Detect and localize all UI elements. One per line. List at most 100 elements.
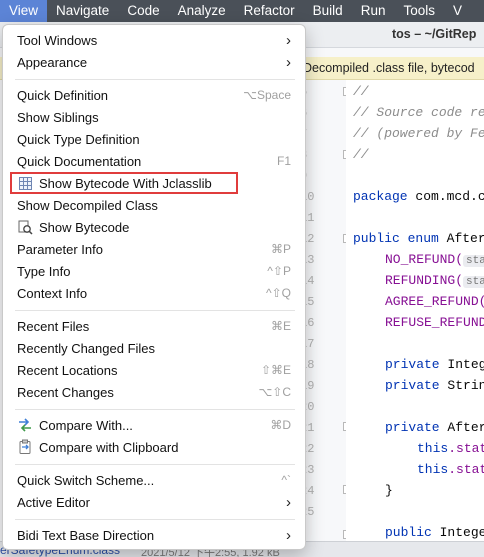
menu-item-quick-type-definition[interactable]: Quick Type Definition bbox=[3, 128, 305, 150]
menu-item-show-siblings[interactable]: Show Siblings bbox=[3, 106, 305, 128]
code-editor[interactable]: // // Source code re // (powered by Fe /… bbox=[346, 80, 484, 550]
code-comment: // Source code re bbox=[353, 105, 484, 120]
field-ref: .stat bbox=[448, 462, 484, 477]
menu-item-label: Bidi Text Base Direction bbox=[17, 527, 155, 543]
menu-item-context-info[interactable]: Context Info ^⇧Q bbox=[3, 282, 305, 304]
enum-constant: REFUNDING( bbox=[385, 273, 464, 288]
code-constructor-line: private After bbox=[385, 420, 484, 435]
menu-item-label: Quick Documentation bbox=[17, 153, 142, 169]
menu-item-active-editor[interactable]: Active Editor › bbox=[3, 491, 305, 513]
menu-item-quick-definition[interactable]: Quick Definition ⌥Space bbox=[3, 84, 305, 106]
submenu-arrow-icon: › bbox=[286, 31, 291, 49]
menu-item-label: Compare With... bbox=[39, 417, 133, 433]
field-type: Strin bbox=[439, 378, 484, 393]
menu-item-shortcut: ^` bbox=[281, 473, 291, 487]
menu-item-label: Recent Files bbox=[17, 318, 90, 334]
keyword: public bbox=[385, 525, 432, 540]
menu-separator bbox=[15, 519, 295, 520]
keyword: public bbox=[353, 231, 400, 246]
code-assign-line: this.stat bbox=[417, 462, 484, 477]
menu-item-label: Recent Locations bbox=[17, 362, 118, 378]
window-title: tos – ~/GitRep bbox=[392, 27, 477, 41]
code-comment: // bbox=[353, 147, 369, 162]
menu-item-compare-with[interactable]: Compare With... ⌘D bbox=[3, 414, 305, 436]
menu-item-label: Tool Windows bbox=[17, 32, 98, 48]
enum-name: After bbox=[438, 231, 484, 246]
menu-item-label: Quick Definition bbox=[17, 87, 109, 103]
menu-separator bbox=[15, 464, 295, 465]
menu-item-type-info[interactable]: Type Info ^⇧P bbox=[3, 260, 305, 282]
code-comment: // bbox=[353, 84, 369, 99]
code-enum-line: public enum After bbox=[353, 231, 484, 246]
closing-brace: } bbox=[385, 483, 393, 498]
keyword: private bbox=[385, 378, 440, 393]
menu-separator bbox=[15, 310, 295, 311]
menu-item-show-bytecode[interactable]: Show Bytecode bbox=[3, 216, 305, 238]
keyword: private bbox=[385, 420, 440, 435]
menu-vcs-partial[interactable]: V bbox=[444, 0, 471, 22]
menu-item-recently-changed-files[interactable]: Recently Changed Files bbox=[3, 337, 305, 359]
menu-item-tool-windows[interactable]: Tool Windows › bbox=[3, 29, 305, 51]
menu-item-label: Type Info bbox=[17, 263, 71, 279]
menu-item-parameter-info[interactable]: Parameter Info ⌘P bbox=[3, 238, 305, 260]
menu-run[interactable]: Run bbox=[352, 0, 395, 22]
code-package-line: package com.mcd.c bbox=[353, 189, 484, 204]
menu-tools[interactable]: Tools bbox=[394, 0, 444, 22]
parameter-hint: sta bbox=[463, 276, 484, 288]
menu-item-show-decompiled-class[interactable]: Show Decompiled Class bbox=[3, 194, 305, 216]
package-name: com.mcd.c bbox=[407, 189, 484, 204]
compare-icon bbox=[17, 417, 33, 433]
enum-constant: AGREE_REFUND( bbox=[385, 294, 484, 309]
clipboard-compare-icon bbox=[17, 439, 33, 455]
method-return-type: Intege bbox=[431, 525, 484, 540]
menu-build[interactable]: Build bbox=[304, 0, 352, 22]
code-assign-line: this.stat bbox=[417, 441, 484, 456]
menu-item-shortcut: F1 bbox=[276, 154, 291, 168]
menu-item-bidi-text-base-direction[interactable]: Bidi Text Base Direction › bbox=[3, 524, 305, 546]
menu-item-appearance[interactable]: Appearance › bbox=[3, 51, 305, 73]
menu-code[interactable]: Code bbox=[118, 0, 168, 22]
menu-item-label: Show Bytecode bbox=[39, 219, 130, 235]
menu-item-label: Recently Changed Files bbox=[17, 340, 156, 356]
keyword: private bbox=[385, 357, 440, 372]
submenu-arrow-icon: › bbox=[286, 526, 291, 544]
menu-item-label: Compare with Clipboard bbox=[39, 439, 179, 455]
keyword: package bbox=[353, 189, 408, 204]
menu-analyze[interactable]: Analyze bbox=[169, 0, 235, 22]
menu-item-compare-with-clipboard[interactable]: Compare with Clipboard bbox=[3, 436, 305, 458]
submenu-arrow-icon: › bbox=[286, 53, 291, 71]
code-method-line: public Intege bbox=[385, 525, 484, 540]
menu-item-label: Quick Switch Scheme... bbox=[17, 472, 155, 488]
menu-item-shortcut: ^⇧P bbox=[267, 264, 291, 278]
menu-item-shortcut: ⌥⇧C bbox=[258, 385, 291, 399]
menu-item-recent-locations[interactable]: Recent Locations ⇧⌘E bbox=[3, 359, 305, 381]
menu-separator bbox=[15, 409, 295, 410]
menu-item-shortcut: ⇧⌘E bbox=[260, 363, 291, 377]
enum-constant: NO_REFUND( bbox=[385, 252, 464, 267]
menu-item-shortcut: ⌘D bbox=[270, 418, 291, 432]
menu-refactor[interactable]: Refactor bbox=[235, 0, 304, 22]
enum-constant-line: REFUNDING(sta bbox=[385, 273, 484, 288]
menu-item-label: Context Info bbox=[17, 285, 88, 301]
menu-item-label: Appearance bbox=[17, 54, 88, 70]
constructor-name: After bbox=[439, 420, 484, 435]
menu-item-recent-changes[interactable]: Recent Changes ⌥⇧C bbox=[3, 381, 305, 403]
keyword: this bbox=[417, 462, 449, 477]
menu-item-label: Show Siblings bbox=[17, 109, 99, 125]
enum-constant: REFUSE_REFUND bbox=[385, 315, 484, 330]
menu-item-label: Show Decompiled Class bbox=[17, 197, 158, 213]
menu-item-recent-files[interactable]: Recent Files ⌘E bbox=[3, 315, 305, 337]
menu-item-label: Active Editor bbox=[17, 494, 90, 510]
field-ref: .stat bbox=[448, 441, 484, 456]
field-type: Integ bbox=[439, 357, 484, 372]
menu-item-label: Parameter Info bbox=[17, 241, 103, 257]
menu-view[interactable]: View bbox=[0, 0, 48, 22]
menu-item-quick-documentation[interactable]: Quick Documentation F1 bbox=[3, 150, 305, 172]
annotation-highlight-box bbox=[10, 172, 238, 194]
submenu-arrow-icon: › bbox=[286, 493, 291, 511]
menu-item-shortcut: ⌘P bbox=[270, 242, 291, 256]
menu-item-quick-switch-scheme[interactable]: Quick Switch Scheme... ^` bbox=[3, 469, 305, 491]
keyword: enum bbox=[407, 231, 439, 246]
menu-item-label: Quick Type Definition bbox=[17, 131, 140, 147]
menu-navigate[interactable]: Navigate bbox=[47, 0, 118, 22]
